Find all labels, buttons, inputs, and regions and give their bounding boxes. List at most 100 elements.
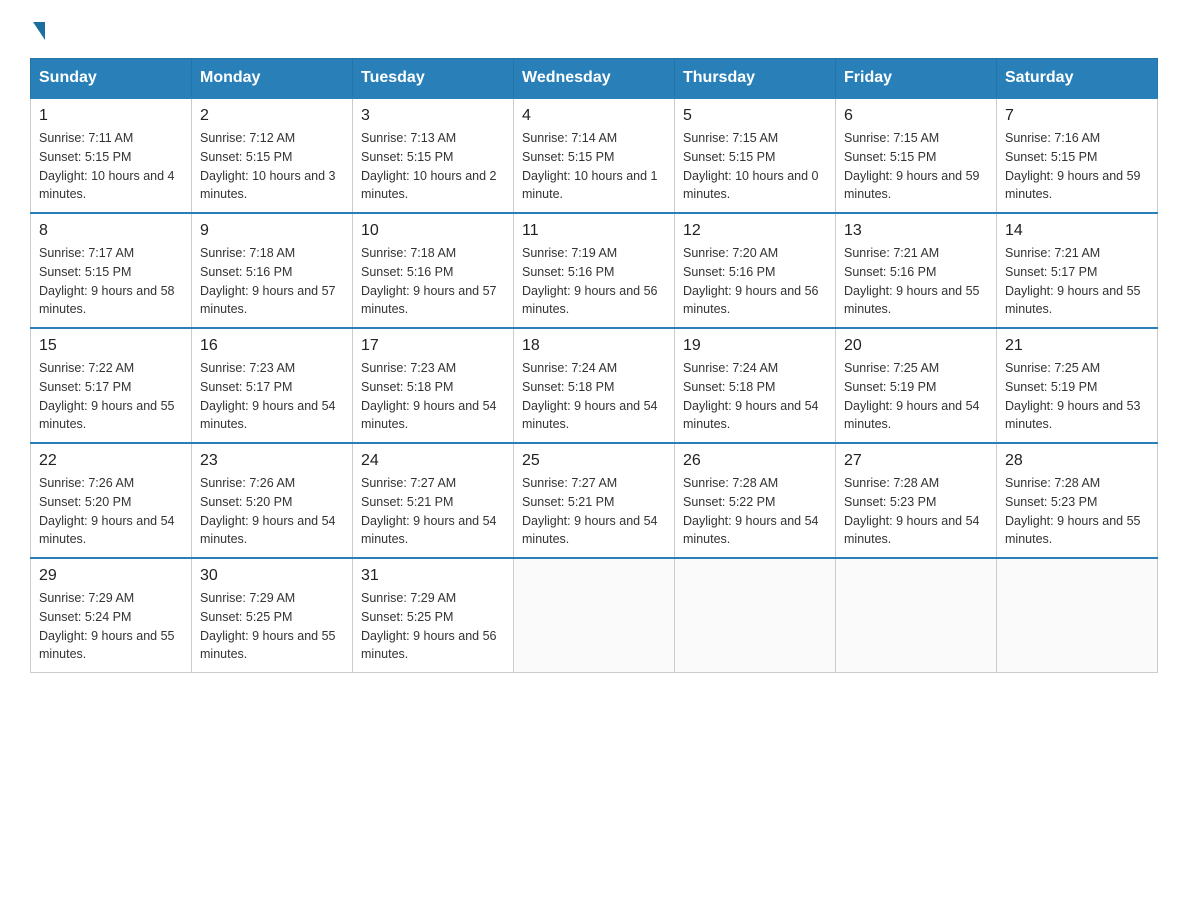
calendar-cell: 9 Sunrise: 7:18 AMSunset: 5:16 PMDayligh… (192, 213, 353, 328)
day-info: Sunrise: 7:25 AMSunset: 5:19 PMDaylight:… (844, 359, 988, 434)
calendar-cell: 29 Sunrise: 7:29 AMSunset: 5:24 PMDaylig… (31, 558, 192, 673)
day-info: Sunrise: 7:23 AMSunset: 5:18 PMDaylight:… (361, 359, 505, 434)
day-number: 4 (522, 107, 666, 125)
day-number: 30 (200, 567, 344, 585)
day-info: Sunrise: 7:26 AMSunset: 5:20 PMDaylight:… (39, 474, 183, 549)
day-info: Sunrise: 7:15 AMSunset: 5:15 PMDaylight:… (844, 129, 988, 204)
calendar-cell (997, 558, 1158, 673)
calendar-cell: 2 Sunrise: 7:12 AMSunset: 5:15 PMDayligh… (192, 98, 353, 213)
day-info: Sunrise: 7:18 AMSunset: 5:16 PMDaylight:… (361, 244, 505, 319)
calendar-cell: 10 Sunrise: 7:18 AMSunset: 5:16 PMDaylig… (353, 213, 514, 328)
day-number: 13 (844, 222, 988, 240)
day-info: Sunrise: 7:29 AMSunset: 5:25 PMDaylight:… (200, 589, 344, 664)
calendar-cell: 5 Sunrise: 7:15 AMSunset: 5:15 PMDayligh… (675, 98, 836, 213)
calendar-cell: 23 Sunrise: 7:26 AMSunset: 5:20 PMDaylig… (192, 443, 353, 558)
calendar-cell: 31 Sunrise: 7:29 AMSunset: 5:25 PMDaylig… (353, 558, 514, 673)
calendar-cell (514, 558, 675, 673)
day-info: Sunrise: 7:28 AMSunset: 5:22 PMDaylight:… (683, 474, 827, 549)
day-info: Sunrise: 7:29 AMSunset: 5:24 PMDaylight:… (39, 589, 183, 664)
calendar-cell: 8 Sunrise: 7:17 AMSunset: 5:15 PMDayligh… (31, 213, 192, 328)
day-info: Sunrise: 7:19 AMSunset: 5:16 PMDaylight:… (522, 244, 666, 319)
day-info: Sunrise: 7:29 AMSunset: 5:25 PMDaylight:… (361, 589, 505, 664)
day-number: 12 (683, 222, 827, 240)
day-number: 25 (522, 452, 666, 470)
calendar-cell (836, 558, 997, 673)
calendar-cell: 18 Sunrise: 7:24 AMSunset: 5:18 PMDaylig… (514, 328, 675, 443)
day-number: 5 (683, 107, 827, 125)
calendar-cell: 12 Sunrise: 7:20 AMSunset: 5:16 PMDaylig… (675, 213, 836, 328)
day-number: 26 (683, 452, 827, 470)
calendar-cell: 26 Sunrise: 7:28 AMSunset: 5:22 PMDaylig… (675, 443, 836, 558)
day-info: Sunrise: 7:21 AMSunset: 5:17 PMDaylight:… (1005, 244, 1149, 319)
day-number: 15 (39, 337, 183, 355)
weekday-header-friday: Friday (836, 59, 997, 99)
day-info: Sunrise: 7:16 AMSunset: 5:15 PMDaylight:… (1005, 129, 1149, 204)
day-info: Sunrise: 7:12 AMSunset: 5:15 PMDaylight:… (200, 129, 344, 204)
day-number: 14 (1005, 222, 1149, 240)
day-info: Sunrise: 7:18 AMSunset: 5:16 PMDaylight:… (200, 244, 344, 319)
calendar-cell: 24 Sunrise: 7:27 AMSunset: 5:21 PMDaylig… (353, 443, 514, 558)
calendar-cell: 15 Sunrise: 7:22 AMSunset: 5:17 PMDaylig… (31, 328, 192, 443)
page-header (30, 20, 1158, 38)
day-info: Sunrise: 7:27 AMSunset: 5:21 PMDaylight:… (361, 474, 505, 549)
calendar-week-row: 29 Sunrise: 7:29 AMSunset: 5:24 PMDaylig… (31, 558, 1158, 673)
day-number: 6 (844, 107, 988, 125)
calendar-cell: 4 Sunrise: 7:14 AMSunset: 5:15 PMDayligh… (514, 98, 675, 213)
day-info: Sunrise: 7:27 AMSunset: 5:21 PMDaylight:… (522, 474, 666, 549)
calendar-cell: 25 Sunrise: 7:27 AMSunset: 5:21 PMDaylig… (514, 443, 675, 558)
day-number: 10 (361, 222, 505, 240)
weekday-header-row: SundayMondayTuesdayWednesdayThursdayFrid… (31, 59, 1158, 99)
day-info: Sunrise: 7:17 AMSunset: 5:15 PMDaylight:… (39, 244, 183, 319)
calendar-cell: 28 Sunrise: 7:28 AMSunset: 5:23 PMDaylig… (997, 443, 1158, 558)
day-info: Sunrise: 7:13 AMSunset: 5:15 PMDaylight:… (361, 129, 505, 204)
day-number: 16 (200, 337, 344, 355)
day-info: Sunrise: 7:23 AMSunset: 5:17 PMDaylight:… (200, 359, 344, 434)
weekday-header-thursday: Thursday (675, 59, 836, 99)
day-info: Sunrise: 7:22 AMSunset: 5:17 PMDaylight:… (39, 359, 183, 434)
calendar-cell: 19 Sunrise: 7:24 AMSunset: 5:18 PMDaylig… (675, 328, 836, 443)
calendar-cell: 14 Sunrise: 7:21 AMSunset: 5:17 PMDaylig… (997, 213, 1158, 328)
day-info: Sunrise: 7:15 AMSunset: 5:15 PMDaylight:… (683, 129, 827, 204)
calendar-week-row: 8 Sunrise: 7:17 AMSunset: 5:15 PMDayligh… (31, 213, 1158, 328)
calendar-week-row: 1 Sunrise: 7:11 AMSunset: 5:15 PMDayligh… (31, 98, 1158, 213)
weekday-header-wednesday: Wednesday (514, 59, 675, 99)
day-number: 21 (1005, 337, 1149, 355)
day-info: Sunrise: 7:14 AMSunset: 5:15 PMDaylight:… (522, 129, 666, 204)
day-number: 23 (200, 452, 344, 470)
day-number: 1 (39, 107, 183, 125)
day-number: 8 (39, 222, 183, 240)
day-info: Sunrise: 7:28 AMSunset: 5:23 PMDaylight:… (844, 474, 988, 549)
day-number: 17 (361, 337, 505, 355)
calendar-cell: 1 Sunrise: 7:11 AMSunset: 5:15 PMDayligh… (31, 98, 192, 213)
day-number: 28 (1005, 452, 1149, 470)
day-number: 19 (683, 337, 827, 355)
calendar-table: SundayMondayTuesdayWednesdayThursdayFrid… (30, 58, 1158, 673)
day-info: Sunrise: 7:24 AMSunset: 5:18 PMDaylight:… (522, 359, 666, 434)
day-number: 3 (361, 107, 505, 125)
day-info: Sunrise: 7:20 AMSunset: 5:16 PMDaylight:… (683, 244, 827, 319)
calendar-cell: 16 Sunrise: 7:23 AMSunset: 5:17 PMDaylig… (192, 328, 353, 443)
calendar-cell: 22 Sunrise: 7:26 AMSunset: 5:20 PMDaylig… (31, 443, 192, 558)
weekday-header-tuesday: Tuesday (353, 59, 514, 99)
day-number: 27 (844, 452, 988, 470)
calendar-cell: 21 Sunrise: 7:25 AMSunset: 5:19 PMDaylig… (997, 328, 1158, 443)
day-info: Sunrise: 7:11 AMSunset: 5:15 PMDaylight:… (39, 129, 183, 204)
day-info: Sunrise: 7:24 AMSunset: 5:18 PMDaylight:… (683, 359, 827, 434)
day-number: 24 (361, 452, 505, 470)
calendar-cell: 30 Sunrise: 7:29 AMSunset: 5:25 PMDaylig… (192, 558, 353, 673)
day-number: 20 (844, 337, 988, 355)
calendar-cell: 6 Sunrise: 7:15 AMSunset: 5:15 PMDayligh… (836, 98, 997, 213)
day-number: 11 (522, 222, 666, 240)
day-info: Sunrise: 7:21 AMSunset: 5:16 PMDaylight:… (844, 244, 988, 319)
calendar-cell: 11 Sunrise: 7:19 AMSunset: 5:16 PMDaylig… (514, 213, 675, 328)
day-info: Sunrise: 7:26 AMSunset: 5:20 PMDaylight:… (200, 474, 344, 549)
day-number: 29 (39, 567, 183, 585)
logo (30, 20, 45, 38)
day-info: Sunrise: 7:28 AMSunset: 5:23 PMDaylight:… (1005, 474, 1149, 549)
calendar-cell: 17 Sunrise: 7:23 AMSunset: 5:18 PMDaylig… (353, 328, 514, 443)
calendar-cell: 7 Sunrise: 7:16 AMSunset: 5:15 PMDayligh… (997, 98, 1158, 213)
calendar-cell: 27 Sunrise: 7:28 AMSunset: 5:23 PMDaylig… (836, 443, 997, 558)
day-number: 7 (1005, 107, 1149, 125)
weekday-header-sunday: Sunday (31, 59, 192, 99)
calendar-week-row: 15 Sunrise: 7:22 AMSunset: 5:17 PMDaylig… (31, 328, 1158, 443)
